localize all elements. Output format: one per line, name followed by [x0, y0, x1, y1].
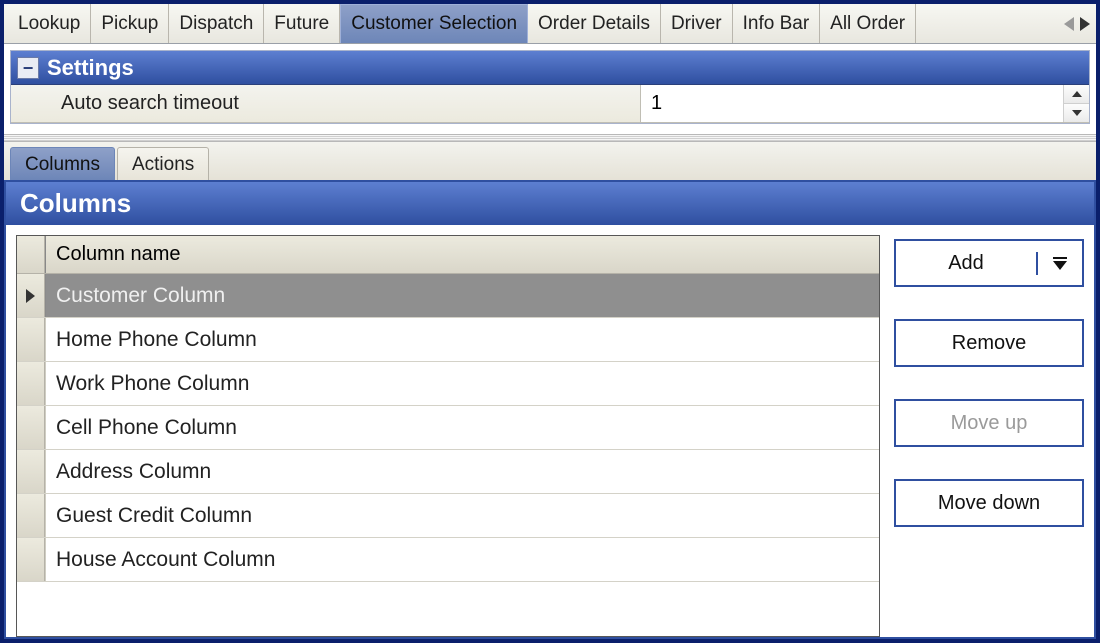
- top-tab-driver[interactable]: Driver: [661, 4, 733, 43]
- row-handle[interactable]: [17, 318, 45, 361]
- settings-title: Settings: [47, 55, 134, 81]
- top-tabstrip: LookupPickupDispatchFutureCustomer Selec…: [4, 4, 1096, 44]
- grid-button-column: Add Remove Move up Move down: [894, 235, 1084, 637]
- column-name-cell[interactable]: House Account Column: [45, 538, 879, 581]
- grid-body: Customer ColumnHome Phone ColumnWork Pho…: [17, 274, 879, 636]
- columns-grid: Column name Customer ColumnHome Phone Co…: [16, 235, 880, 637]
- add-button-label[interactable]: Add: [896, 252, 1038, 275]
- add-button[interactable]: Add: [894, 239, 1084, 287]
- table-row[interactable]: Home Phone Column: [17, 318, 879, 362]
- tab-scroll-arrows: [1060, 4, 1096, 43]
- top-tab-info-bar[interactable]: Info Bar: [733, 4, 821, 43]
- top-tab-order-details[interactable]: Order Details: [528, 4, 661, 43]
- settings-row: Auto search timeout: [11, 85, 1089, 123]
- inner-tab-columns[interactable]: Columns: [10, 147, 115, 180]
- add-button-dropdown[interactable]: [1038, 257, 1082, 270]
- auto-search-timeout-field-wrap: [641, 85, 1089, 122]
- column-name-cell[interactable]: Work Phone Column: [45, 362, 879, 405]
- grid-header-row: Column name: [17, 236, 879, 274]
- settings-group: − Settings Auto search timeout: [10, 50, 1090, 124]
- auto-search-timeout-label: Auto search timeout: [11, 85, 641, 122]
- column-name-cell[interactable]: Customer Column: [45, 274, 879, 317]
- columns-panel: Columns Column name Customer ColumnHome …: [4, 182, 1096, 639]
- grid-row-handle-header: [17, 236, 45, 273]
- column-name-cell[interactable]: Guest Credit Column: [45, 494, 879, 537]
- tab-scroll-left-icon[interactable]: [1064, 17, 1074, 31]
- row-handle[interactable]: [17, 406, 45, 449]
- table-row[interactable]: Work Phone Column: [17, 362, 879, 406]
- row-handle[interactable]: [17, 494, 45, 537]
- row-handle[interactable]: [17, 538, 45, 581]
- collapse-button[interactable]: −: [17, 57, 39, 79]
- column-name-cell[interactable]: Cell Phone Column: [45, 406, 879, 449]
- tab-scroll-right-icon[interactable]: [1080, 17, 1090, 31]
- dropdown-icon: [1053, 257, 1067, 270]
- spinner-up-button[interactable]: [1064, 85, 1089, 104]
- columns-panel-body: Column name Customer ColumnHome Phone Co…: [6, 225, 1094, 637]
- spinner-down-button[interactable]: [1064, 104, 1089, 122]
- splitter[interactable]: [4, 134, 1096, 142]
- remove-button[interactable]: Remove: [894, 319, 1084, 367]
- column-name-cell[interactable]: Home Phone Column: [45, 318, 879, 361]
- gap: [10, 124, 1090, 134]
- settings-header: − Settings: [11, 51, 1089, 85]
- spinner-buttons: [1063, 85, 1089, 122]
- top-tab-customer-selection[interactable]: Customer Selection: [340, 4, 528, 43]
- move-up-button[interactable]: Move up: [894, 399, 1084, 447]
- row-handle[interactable]: [17, 450, 45, 493]
- column-name-cell[interactable]: Address Column: [45, 450, 879, 493]
- table-row[interactable]: House Account Column: [17, 538, 879, 582]
- top-tab-pickup[interactable]: Pickup: [91, 4, 169, 43]
- table-row[interactable]: Guest Credit Column: [17, 494, 879, 538]
- inner-tabstrip: ColumnsActions: [4, 142, 1096, 182]
- table-row[interactable]: Customer Column: [17, 274, 879, 318]
- table-row[interactable]: Address Column: [17, 450, 879, 494]
- columns-panel-title: Columns: [6, 182, 1094, 225]
- inner-tab-actions[interactable]: Actions: [117, 147, 209, 180]
- grid-header-column-name[interactable]: Column name: [45, 236, 879, 273]
- top-tab-future[interactable]: Future: [264, 4, 340, 43]
- table-row[interactable]: Cell Phone Column: [17, 406, 879, 450]
- auto-search-timeout-input[interactable]: [641, 85, 1063, 122]
- row-handle[interactable]: [17, 362, 45, 405]
- top-tab-lookup[interactable]: Lookup: [8, 4, 91, 43]
- move-down-button[interactable]: Move down: [894, 479, 1084, 527]
- app-frame: LookupPickupDispatchFutureCustomer Selec…: [0, 0, 1100, 643]
- row-handle[interactable]: [17, 274, 45, 317]
- top-tab-all-order[interactable]: All Order: [820, 4, 916, 43]
- top-tab-dispatch[interactable]: Dispatch: [169, 4, 264, 43]
